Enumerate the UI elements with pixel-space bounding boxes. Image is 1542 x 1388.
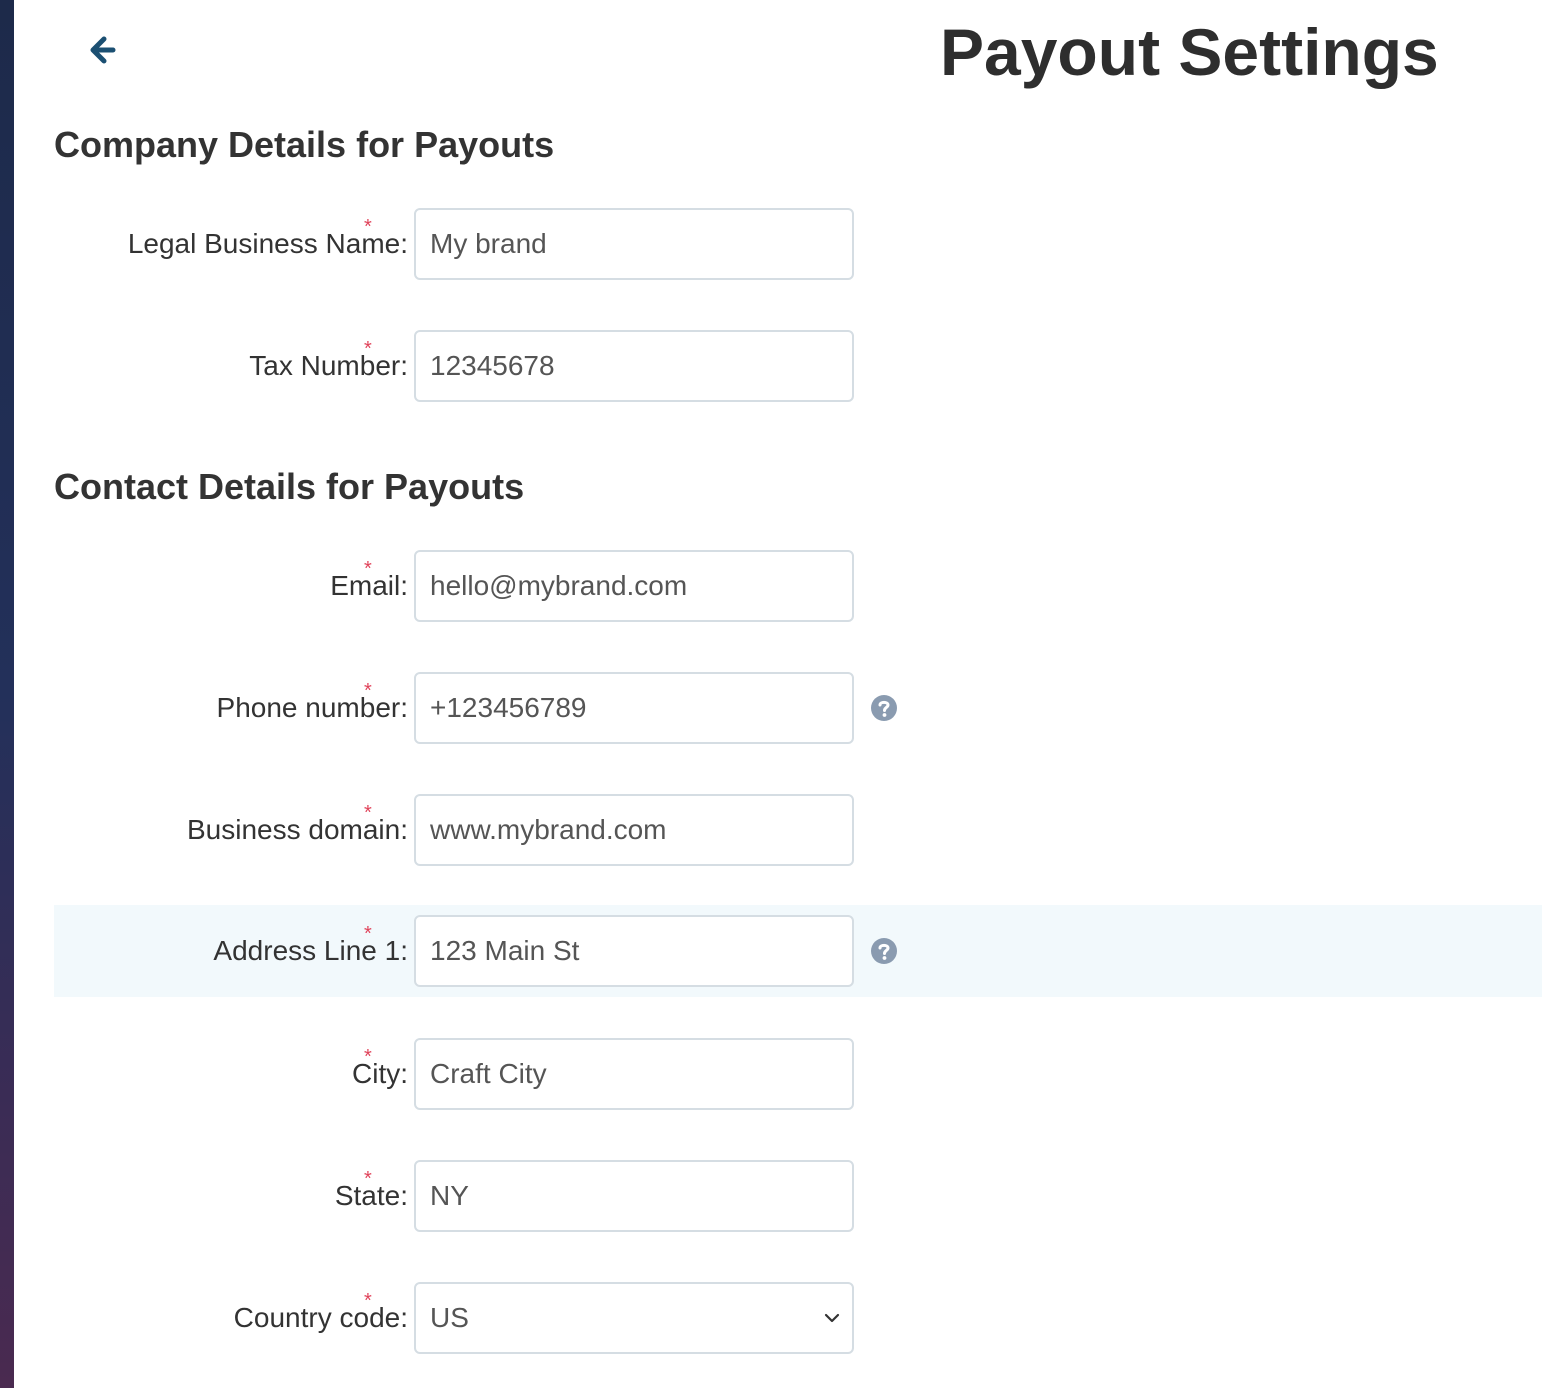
state-field-box <box>414 1160 854 1232</box>
form-row-email: Email: * <box>54 540 1542 632</box>
email-field-box <box>414 550 854 622</box>
country-code-select[interactable]: US <box>414 1282 854 1354</box>
question-circle-icon[interactable] <box>870 937 898 965</box>
address-line-1-label: Address Line 1: <box>213 935 408 966</box>
required-marker: * <box>364 1168 372 1190</box>
email-input[interactable] <box>416 552 852 620</box>
required-marker: * <box>364 923 372 945</box>
form-row-phone-number: Phone number: * <box>54 662 1542 754</box>
form-row-city: City: * <box>54 1028 1542 1120</box>
business-domain-field-box <box>414 794 854 866</box>
question-circle-icon[interactable] <box>870 694 898 722</box>
state-input[interactable] <box>416 1162 852 1230</box>
city-label: City: <box>352 1058 408 1089</box>
contact-section-title: Contact Details for Payouts <box>54 466 525 507</box>
tax-number-field-box <box>414 330 854 402</box>
legal-business-name-label: Legal Business Name: <box>127 228 408 259</box>
page-title: Payout Settings <box>940 15 1439 89</box>
email-label: Email: <box>330 570 408 601</box>
legal-business-name-input[interactable] <box>416 210 852 278</box>
required-marker: * <box>364 558 372 580</box>
address-line-1-field-box <box>414 915 854 987</box>
required-marker: * <box>364 1290 372 1312</box>
required-marker: * <box>364 680 372 702</box>
business-domain-label: Business domain: <box>186 814 408 845</box>
city-input[interactable] <box>416 1040 852 1108</box>
window-edge <box>0 0 14 1388</box>
form-row-address-line-1: Address Line 1: * <box>54 905 1542 997</box>
required-marker: * <box>364 216 372 238</box>
country-code-label: Country code: <box>233 1302 408 1333</box>
required-marker: * <box>364 802 372 824</box>
form-row-legal-business-name: Legal Business Name: * <box>54 198 1542 290</box>
payout-settings-page: Payout Settings Company Details for Payo… <box>14 0 1542 1388</box>
tax-number-label: Tax Number: <box>249 350 408 381</box>
form-row-business-domain: Business domain: * <box>54 784 1542 876</box>
back-button[interactable] <box>84 30 120 70</box>
address-line-1-input[interactable] <box>416 917 852 985</box>
country-code-selected-value: US <box>430 1302 469 1333</box>
business-domain-input[interactable] <box>416 796 852 864</box>
legal-business-name-field-box <box>414 208 854 280</box>
phone-number-label: Phone number: <box>216 692 408 723</box>
company-section-title: Company Details for Payouts <box>54 124 555 165</box>
tax-number-input[interactable] <box>416 332 852 400</box>
form-row-tax-number: Tax Number: * <box>54 320 1542 412</box>
form-row-country-code: Country code: * US <box>54 1272 1542 1364</box>
phone-number-input[interactable] <box>416 674 852 742</box>
city-field-box <box>414 1038 854 1110</box>
arrow-left-icon <box>90 36 116 64</box>
form-row-state: State: * <box>54 1150 1542 1242</box>
required-marker: * <box>364 1046 372 1068</box>
state-label: State: <box>334 1180 408 1211</box>
chevron-down-icon <box>812 1313 852 1323</box>
required-marker: * <box>364 338 372 360</box>
phone-number-field-box <box>414 672 854 744</box>
